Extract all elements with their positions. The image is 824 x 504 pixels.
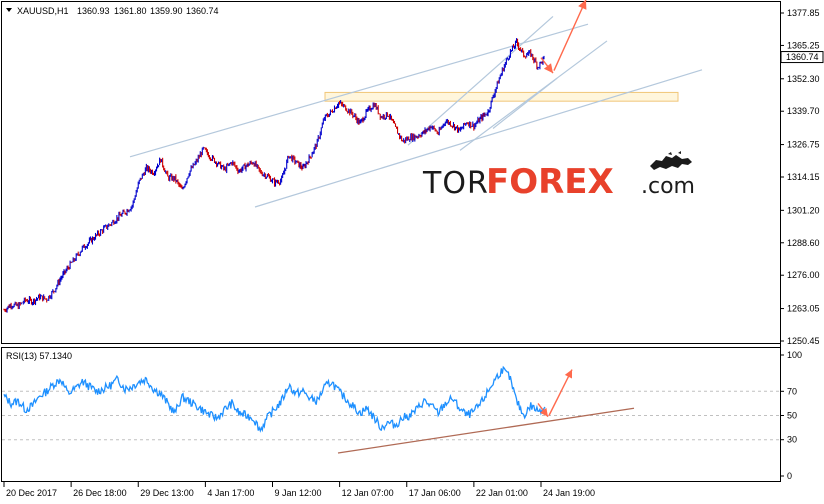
price-y-tick-label: 1276.00 xyxy=(787,270,820,280)
time-x-tick-label: 9 Jan 12:00 xyxy=(275,488,322,498)
time-x-axis: 20 Dec 2017 26 Dec 18:00 29 Dec 13:00 4 Jan… xyxy=(3,482,595,498)
time-x-tick-label: 26 Dec 18:00 xyxy=(73,488,127,498)
price-y-tick-label: 1250.45 xyxy=(787,336,820,346)
time-x-tick-label: 29 Dec 13:00 xyxy=(140,488,194,498)
price-y-tick-label: 1314.15 xyxy=(787,172,820,182)
rsi-panel-frame xyxy=(1,347,781,482)
price-y-tick-label: 1326.75 xyxy=(787,140,820,150)
symbol-label: XAUUSD,H1 xyxy=(17,6,69,16)
time-x-tick-label: 12 Jan 07:00 xyxy=(342,488,394,498)
rsi-y-tick-label: 0 xyxy=(787,471,792,481)
price-y-tick-label: 1352.30 xyxy=(787,74,820,84)
logo-forex-text: FOREX xyxy=(486,162,614,202)
logo-tor-text: TOR xyxy=(422,166,489,201)
price-y-tick-label: 1377.85 xyxy=(787,8,820,18)
rsi-y-axis: 100 70 50 30 0 xyxy=(780,350,802,481)
price-panel-frame xyxy=(1,1,781,344)
price-y-tick-label: 1301.20 xyxy=(787,205,820,215)
current-price-label: 1360.74 xyxy=(786,52,819,62)
high-value: 1361.80 xyxy=(114,6,147,16)
rsi-y-tick-label: 30 xyxy=(787,435,797,445)
rsi-y-tick-label: 100 xyxy=(787,350,802,360)
open-value: 1360.93 xyxy=(77,6,110,16)
close-value: 1360.74 xyxy=(186,6,219,16)
price-y-tick-label: 1288.60 xyxy=(787,238,820,248)
low-value: 1359.90 xyxy=(150,6,183,16)
time-x-tick-label: 17 Jan 06:00 xyxy=(409,488,461,498)
logo-com-text: .com xyxy=(641,174,695,199)
price-y-tick-label: 1339.70 xyxy=(787,106,820,116)
rsi-header-label: RSI(13) 57.1340 xyxy=(6,351,72,361)
price-y-tick-label: 1263.05 xyxy=(787,304,820,314)
time-x-tick-label: 22 Jan 01:00 xyxy=(476,488,528,498)
current-price-marker: 1360.74 xyxy=(780,51,824,64)
time-x-tick-label: 24 Jan 19:00 xyxy=(543,488,595,498)
time-x-tick-label: 20 Dec 2017 xyxy=(6,488,57,498)
rsi-y-tick-label: 50 xyxy=(787,411,797,421)
time-x-tick-label: 4 Jan 17:00 xyxy=(207,488,254,498)
chart-canvas: TOR FOREX .com 1377.85 1365.25 1352.30 1339… xyxy=(1,0,824,498)
rsi-y-tick-label: 70 xyxy=(787,386,797,396)
price-y-tick-label: 1365.25 xyxy=(787,40,820,50)
